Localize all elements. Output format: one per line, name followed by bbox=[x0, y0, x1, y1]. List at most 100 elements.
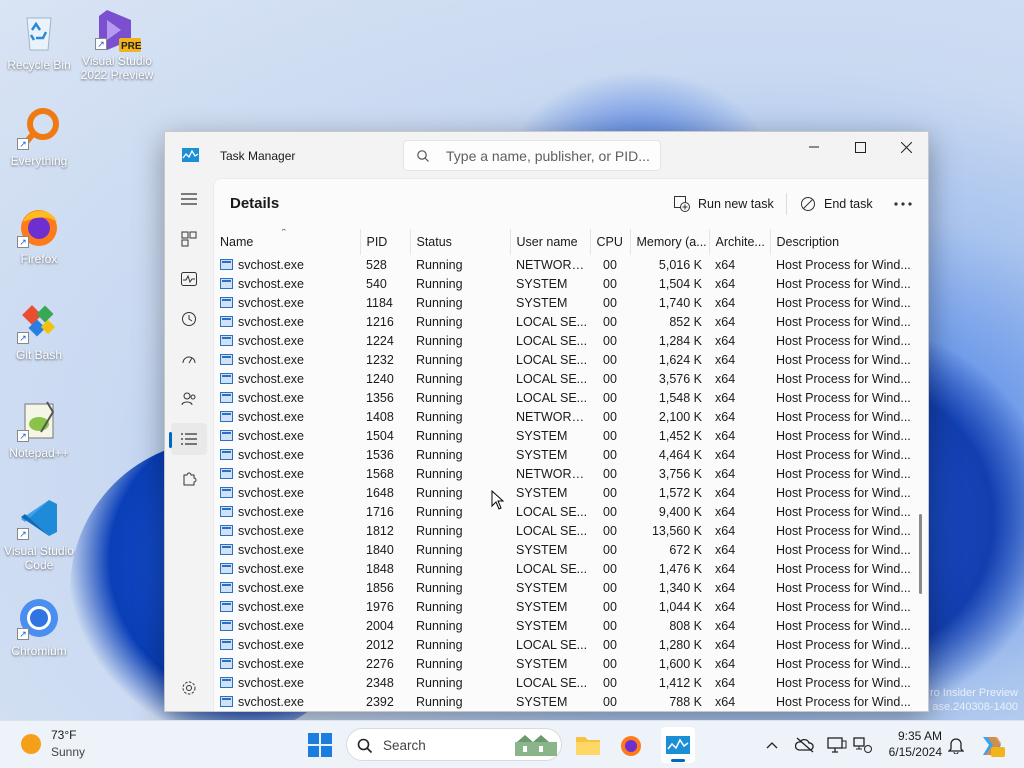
desktop-icon-git-bash[interactable]: ↗ Git Bash bbox=[0, 300, 78, 362]
taskbar-firefox[interactable] bbox=[617, 731, 645, 759]
cell-name: svchost.exe bbox=[214, 559, 360, 578]
column-header-architecture[interactable]: Archite... bbox=[709, 229, 771, 255]
table-row[interactable]: svchost.exe 1856 Running SYSTEM 00 1,340 K x64… bbox=[214, 578, 911, 597]
cell-architecture: x64 bbox=[709, 369, 770, 388]
maximize-button[interactable] bbox=[837, 132, 883, 162]
tray-onedrive[interactable] bbox=[794, 735, 816, 755]
table-row[interactable]: svchost.exe 1224 Running LOCAL SE... 00 1,284… bbox=[214, 331, 911, 350]
nav-performance[interactable] bbox=[171, 263, 207, 295]
table-row[interactable]: svchost.exe 1504 Running SYSTEM 00 1,452 K x64… bbox=[214, 426, 911, 445]
table-row[interactable]: svchost.exe 1240 Running LOCAL SE... 00 3,576… bbox=[214, 369, 911, 388]
cell-text: 00 bbox=[603, 447, 617, 462]
start-button[interactable] bbox=[306, 731, 334, 759]
visual-studio-icon: PRE ↗ bbox=[95, 6, 142, 52]
table-row[interactable]: svchost.exe 2392 Running SYSTEM 00 788 K x64 Ho… bbox=[214, 692, 911, 711]
cell-text: 1232 bbox=[366, 352, 394, 367]
table-row[interactable]: svchost.exe 2348 Running LOCAL SE... 00 1,412… bbox=[214, 673, 911, 692]
nav-services[interactable] bbox=[171, 463, 207, 495]
shortcut-arrow-icon: ↗ bbox=[17, 332, 29, 344]
desktop-icon-recycle-bin[interactable]: Recycle Bin bbox=[0, 10, 78, 72]
table-row[interactable]: svchost.exe 1356 Running LOCAL SE... 00 1,548… bbox=[214, 388, 911, 407]
cell-pid: 1356 bbox=[360, 388, 410, 407]
cell-text: Running bbox=[416, 295, 463, 310]
hamburger-menu-button[interactable] bbox=[171, 183, 207, 215]
copilot-button[interactable] bbox=[978, 731, 1006, 759]
nav-startup-apps[interactable] bbox=[171, 343, 207, 375]
cell-text: 2,100 K bbox=[658, 409, 702, 424]
desktop-icon-chromium[interactable]: ↗ Chromium bbox=[0, 596, 78, 658]
notifications-button[interactable] bbox=[946, 735, 966, 755]
cell-text: 852 K bbox=[669, 314, 702, 329]
tray-display[interactable] bbox=[826, 735, 848, 755]
tray-network[interactable] bbox=[852, 735, 874, 755]
nav-app-history[interactable] bbox=[171, 303, 207, 335]
taskbar-task-manager[interactable] bbox=[661, 727, 695, 763]
run-new-task-button[interactable]: Run new task bbox=[674, 192, 774, 216]
nav-settings[interactable] bbox=[171, 672, 207, 704]
search-highlight-icon bbox=[515, 735, 557, 756]
cell-name: svchost.exe bbox=[214, 293, 360, 312]
column-header-name[interactable]: ⌃ Name bbox=[214, 229, 361, 255]
table-row[interactable]: svchost.exe 1976 Running SYSTEM 00 1,044 K x64… bbox=[214, 597, 911, 616]
search-input[interactable] bbox=[446, 147, 656, 164]
cell-text: 1408 bbox=[366, 409, 394, 424]
history-icon bbox=[182, 312, 196, 326]
nav-details[interactable] bbox=[169, 423, 207, 455]
column-header-pid[interactable]: PID bbox=[360, 229, 411, 255]
close-button[interactable] bbox=[883, 132, 928, 162]
desktop-icon-everything[interactable]: ↗ Everything bbox=[0, 106, 78, 168]
cell-text: Host Process for Wind... bbox=[776, 276, 911, 291]
cell-status: Running bbox=[410, 578, 510, 597]
column-header-user-name[interactable]: User name bbox=[510, 229, 591, 255]
taskbar-clock[interactable]: 9:35 AM 6/15/2024 bbox=[880, 728, 942, 760]
search-box[interactable] bbox=[403, 140, 661, 171]
table-row[interactable]: svchost.exe 1184 Running SYSTEM 00 1,740 K x64… bbox=[214, 293, 911, 312]
more-options-button[interactable] bbox=[894, 192, 920, 216]
chevron-up-icon bbox=[766, 742, 778, 749]
weather-widget[interactable] bbox=[20, 733, 42, 755]
table-row[interactable]: svchost.exe 528 Running NETWORK... 00 5,016 K… bbox=[214, 255, 911, 274]
desktop-icon-visual-studio[interactable]: PRE ↗ Visual Studio 2022 Preview bbox=[78, 6, 156, 82]
table-row[interactable]: svchost.exe 1216 Running LOCAL SE... 00 852 K… bbox=[214, 312, 911, 331]
table-row[interactable]: svchost.exe 1716 Running LOCAL SE... 00 9,400… bbox=[214, 502, 911, 521]
table-row[interactable]: svchost.exe 1840 Running SYSTEM 00 672 K x64 Ho… bbox=[214, 540, 911, 559]
table-row[interactable]: svchost.exe 1232 Running LOCAL SE... 00 1,624… bbox=[214, 350, 911, 369]
taskbar-file-explorer[interactable] bbox=[574, 731, 602, 759]
weather-temperature[interactable]: 73°F bbox=[51, 728, 76, 742]
table-row[interactable]: svchost.exe 1812 Running LOCAL SE... 00 13,56… bbox=[214, 521, 911, 540]
vertical-scrollbar[interactable] bbox=[919, 514, 922, 594]
cell-status: Running bbox=[410, 255, 510, 274]
cell-cpu: 00 bbox=[590, 616, 630, 635]
desktop-icon-firefox[interactable]: ↗ Firefox bbox=[0, 204, 78, 266]
cell-text: 4,464 K bbox=[658, 447, 702, 462]
end-task-icon bbox=[801, 197, 815, 211]
table-row[interactable]: svchost.exe 1536 Running SYSTEM 00 4,464 K x64… bbox=[214, 445, 911, 464]
cell-text: Running bbox=[416, 694, 463, 709]
cell-text: LOCAL SE... bbox=[516, 352, 588, 367]
column-header-cpu[interactable]: CPU bbox=[590, 229, 631, 255]
shortcut-arrow-icon: ↗ bbox=[17, 236, 29, 248]
nav-processes[interactable] bbox=[171, 223, 207, 255]
process-icon bbox=[220, 657, 233, 669]
table-row[interactable]: svchost.exe 2004 Running SYSTEM 00 808 K x64 Ho… bbox=[214, 616, 911, 635]
minimize-button[interactable] bbox=[791, 132, 837, 162]
column-header-description[interactable]: Description bbox=[770, 229, 911, 255]
table-row[interactable]: svchost.exe 1648 Running SYSTEM 00 1,572 K x64… bbox=[214, 483, 911, 502]
taskbar-search[interactable]: Search bbox=[346, 728, 562, 761]
cell-architecture: x64 bbox=[709, 597, 770, 616]
table-row[interactable]: svchost.exe 1408 Running NETWORK... 00 2,100 … bbox=[214, 407, 911, 426]
column-header-status[interactable]: Status bbox=[410, 229, 511, 255]
end-task-button[interactable]: End task bbox=[800, 192, 873, 216]
table-row[interactable]: svchost.exe 1848 Running LOCAL SE... 00 1,476… bbox=[214, 559, 911, 578]
desktop-icon-vscode[interactable]: ↗ Visual Studio Code bbox=[0, 496, 78, 572]
title-bar[interactable]: Task Manager bbox=[165, 132, 928, 178]
column-header-memory[interactable]: Memory (a... bbox=[630, 229, 710, 255]
table-row[interactable]: svchost.exe 540 Running SYSTEM 00 1,504 K x64 H… bbox=[214, 274, 911, 293]
nav-users[interactable] bbox=[171, 383, 207, 415]
table-row[interactable]: svchost.exe 2276 Running SYSTEM 00 1,600 K x64… bbox=[214, 654, 911, 673]
table-row[interactable]: svchost.exe 1568 Running NETWORK... 00 3,756 … bbox=[214, 464, 911, 483]
weather-condition[interactable]: Sunny bbox=[51, 745, 85, 759]
show-hidden-icons-button[interactable] bbox=[762, 735, 782, 755]
desktop-icon-notepad-plus-plus[interactable]: ↗ Notepad++ bbox=[0, 398, 78, 460]
table-row[interactable]: svchost.exe 2012 Running LOCAL SE... 00 1,280… bbox=[214, 635, 911, 654]
